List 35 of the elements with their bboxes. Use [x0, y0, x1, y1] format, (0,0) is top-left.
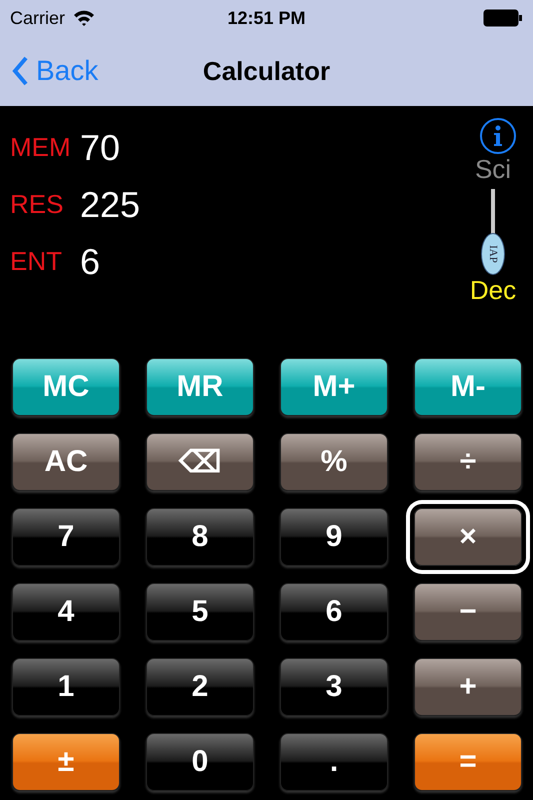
clock-time: 12:51 PM	[227, 8, 306, 28]
calculator-key[interactable]: ÷	[414, 433, 522, 491]
thumb-logo-text: IAP	[487, 245, 499, 263]
calculator-key[interactable]: ⌫	[146, 433, 254, 491]
calculator-key[interactable]: 6	[280, 583, 388, 641]
chevron-left-icon	[12, 56, 28, 86]
calculator-key[interactable]: 0	[146, 733, 254, 791]
wifi-icon	[73, 10, 96, 26]
screen-title: Calculator	[202, 56, 330, 86]
calculator-key[interactable]: 5	[146, 583, 254, 641]
register-value: 70	[80, 126, 120, 168]
calculator-key[interactable]: %	[280, 433, 388, 491]
carrier-name: Carrier	[10, 8, 66, 28]
battery-icon	[483, 9, 523, 27]
register-value: 6	[80, 240, 100, 282]
calculator-key[interactable]: 2	[146, 658, 254, 716]
register-value: 225	[80, 184, 140, 226]
calculator-key[interactable]: 3	[280, 658, 388, 716]
mode-label[interactable]: Dec	[470, 275, 516, 306]
mode-switch-thumb[interactable]: IAP	[481, 233, 505, 275]
register-label: RES	[10, 189, 64, 220]
calculator-key[interactable]: .	[280, 733, 388, 791]
info-icon	[493, 125, 503, 147]
mode-label[interactable]: Sci	[474, 154, 512, 185]
calculator-key[interactable]: −	[414, 583, 522, 641]
info-button[interactable]	[480, 118, 516, 154]
register-label: ENT	[10, 246, 63, 277]
register-label: MEM	[10, 132, 70, 163]
calculator-key[interactable]: 4	[12, 583, 120, 641]
calculator-key[interactable]: +	[414, 658, 522, 716]
calculator-key[interactable]: 7	[12, 508, 120, 566]
calculator-key[interactable]: 9	[280, 508, 388, 566]
calculator-key[interactable]: 8	[146, 508, 254, 566]
calculator-key[interactable]: AC	[12, 433, 120, 491]
calculator-key[interactable]: 1	[12, 658, 120, 716]
